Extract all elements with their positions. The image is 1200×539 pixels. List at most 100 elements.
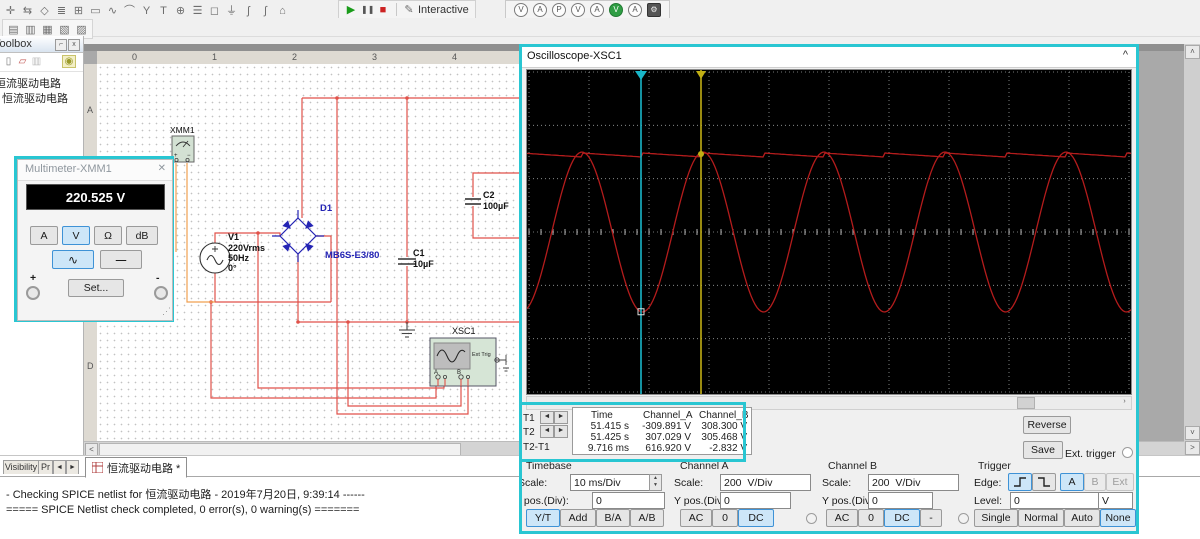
channel-b-minus-button[interactable]: - <box>920 509 942 527</box>
t2-left-arrow-button[interactable]: ◄ <box>540 425 554 438</box>
toolbar-icon[interactable]: ◇ <box>36 3 53 19</box>
rising-edge-button[interactable] <box>1008 473 1032 491</box>
channel-b-ac-button[interactable]: AC <box>826 509 858 527</box>
tab-scroll-right[interactable]: ► <box>66 460 79 474</box>
toolbar-icon[interactable]: ∫ <box>257 3 274 19</box>
timebase-scale-input[interactable]: 10 ms/Div <box>570 474 653 491</box>
channel-a-ypos-input[interactable]: 0 <box>720 492 791 509</box>
falling-edge-button[interactable] <box>1032 473 1056 491</box>
open-folder-icon[interactable]: ▱ <box>16 55 29 68</box>
channel-b-zero-button[interactable]: 0 <box>858 509 884 527</box>
toolbar-icon[interactable]: ✛ <box>2 3 19 19</box>
probe-icon[interactable]: A <box>533 2 547 17</box>
mode-ampere-button[interactable]: A <box>30 226 58 245</box>
toolbar-icon[interactable]: ≣ <box>53 3 70 19</box>
tab-pr[interactable]: Pr <box>38 460 53 474</box>
scroll-down-button[interactable]: ˅ <box>1185 426 1200 440</box>
scroll-left-button[interactable]: < <box>85 443 98 455</box>
toolbar-icon[interactable]: Y <box>138 3 155 19</box>
probe-icon[interactable]: V <box>609 2 623 17</box>
reverse-button[interactable]: Reverse <box>1023 416 1071 434</box>
probe-settings-icon[interactable]: ⚙ <box>647 2 661 17</box>
scroll-next-button[interactable]: > <box>1185 441 1200 455</box>
yt-mode-button[interactable]: Y/T <box>526 509 560 527</box>
toolbar-icon[interactable]: ⊞ <box>70 3 87 19</box>
toolbar-icon[interactable]: ⏚ <box>223 3 240 19</box>
t1-left-arrow-button[interactable]: ◄ <box>540 411 554 424</box>
toolbar-icon[interactable]: T <box>155 3 172 19</box>
timebase-xpos-input[interactable]: 0 <box>592 492 665 509</box>
mode-ohm-button[interactable]: Ω <box>94 226 122 245</box>
tab-visibility[interactable]: Visibility <box>3 460 39 474</box>
close-icon[interactable]: ✕ <box>158 163 166 174</box>
toolbar-icon[interactable]: ⌂ <box>274 3 291 19</box>
channel-b-dc-button[interactable]: DC <box>884 509 920 527</box>
trigger-auto-button[interactable]: Auto <box>1064 509 1100 527</box>
trigger-level-input[interactable]: 0 <box>1010 492 1099 509</box>
resize-grip[interactable]: ⋰ <box>162 306 171 317</box>
toolbar-icon[interactable]: ʃ <box>240 3 257 19</box>
new-document-icon[interactable]: ▯ <box>2 55 15 68</box>
scroll-up-button[interactable]: ˄ <box>1185 45 1200 59</box>
oscilloscope-titlebar[interactable]: Oscilloscope-XSC1 ^ <box>522 47 1136 68</box>
add-mode-button[interactable]: Add <box>560 509 596 527</box>
channel-a-scale-input[interactable]: 200 V/Div <box>720 474 811 491</box>
trigger-single-button[interactable]: Single <box>974 509 1018 527</box>
tree-item-circuit-child[interactable]: 恒流驱动电路 <box>2 90 68 106</box>
mode-db-button[interactable]: dB <box>126 226 158 245</box>
canvas-vscrollbar[interactable]: ˄ ˅ > <box>1184 44 1200 455</box>
trigger-level-unit-select[interactable]: V <box>1098 492 1133 509</box>
probe-icon[interactable]: V <box>514 2 528 17</box>
ba-mode-button[interactable]: B/A <box>596 509 630 527</box>
toolbar-icon[interactable]: ⇆ <box>19 3 36 19</box>
minimize-icon[interactable]: ⌐ <box>55 39 67 51</box>
ab-mode-button[interactable]: A/B <box>630 509 664 527</box>
trigger-none-button[interactable]: None <box>1100 509 1136 527</box>
channel-a-dc-button[interactable]: DC <box>738 509 774 527</box>
timebase-scale-spinner[interactable]: ▲ ▼ <box>649 474 662 491</box>
probe-icon[interactable]: A <box>590 2 604 17</box>
cursor-t1-handle[interactable] <box>635 71 647 80</box>
probe-icon[interactable]: P <box>552 2 566 17</box>
t2-right-arrow-button[interactable]: ► <box>554 425 568 438</box>
document-tab[interactable]: 恒流驱动电路 * <box>85 457 188 478</box>
save-icon[interactable]: ▥ <box>30 55 43 68</box>
mode-volt-button[interactable]: V <box>62 226 90 245</box>
close-icon[interactable]: x <box>68 39 80 51</box>
toolbar-icon[interactable]: ⊕ <box>172 3 189 19</box>
cursor-t2-handle[interactable] <box>696 71 706 79</box>
trigger-source-b-button[interactable]: B <box>1084 473 1106 491</box>
toolbar-icon[interactable]: ☰ <box>189 3 206 19</box>
channel-a-ac-button[interactable]: AC <box>680 509 712 527</box>
stop-button[interactable]: ■ <box>377 2 389 18</box>
trigger-source-ext-button[interactable]: Ext <box>1106 473 1134 491</box>
toolbar-icon[interactable]: ⌒ <box>121 3 138 19</box>
tree-item-circuit-parent[interactable]: 恒流驱动电路 <box>0 75 61 91</box>
toolbox-titlebar[interactable]: Toolbox ⌐ x <box>0 36 83 53</box>
trigger-normal-button[interactable]: Normal <box>1018 509 1064 527</box>
probe-icon[interactable]: V <box>571 2 585 17</box>
save-button[interactable]: Save <box>1023 441 1063 459</box>
interactive-dropdown[interactable]: Interactive <box>418 4 469 16</box>
trigger-source-a-button[interactable]: A <box>1060 473 1084 491</box>
t1-right-arrow-button[interactable]: ► <box>554 411 568 424</box>
channel-a-zero-button[interactable]: 0 <box>712 509 738 527</box>
ac-mode-button[interactable]: ∿ <box>52 250 94 269</box>
channel-b-scale-input[interactable]: 200 V/Div <box>868 474 959 491</box>
tab-scroll-left[interactable]: ◄ <box>53 460 66 474</box>
toolbar-icon[interactable]: ◻ <box>206 3 223 19</box>
probe-icon[interactable]: A <box>628 2 642 17</box>
hscroll-thumb[interactable] <box>99 443 461 455</box>
scope-hscroll-thumb[interactable] <box>1017 397 1035 409</box>
multimeter-titlebar[interactable]: Multimeter-XMM1 ✕ <box>18 160 172 181</box>
run-button[interactable]: ▶ <box>345 2 357 18</box>
scope-scroll-right-icon[interactable]: › <box>1119 397 1130 407</box>
dc-mode-button[interactable]: — <box>100 250 142 269</box>
collapse-icon[interactable]: ^ <box>1123 49 1128 61</box>
toolbar-icon[interactable]: ∿ <box>104 3 121 19</box>
set-button[interactable]: Set... <box>68 279 124 297</box>
oscilloscope-screen[interactable] <box>526 69 1132 395</box>
camera-icon[interactable]: ◉ <box>62 55 76 68</box>
channel-b-ypos-input[interactable]: 0 <box>868 492 933 509</box>
pause-button[interactable]: ❚❚ <box>361 2 374 18</box>
